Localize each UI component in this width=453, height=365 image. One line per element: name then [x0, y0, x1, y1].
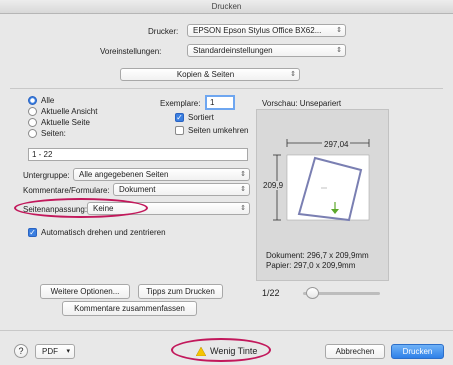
- printer-select[interactable]: EPSON Epson Stylus Office BX62... ⇕: [187, 24, 346, 37]
- reverse-label: Seiten umkehren: [188, 126, 249, 135]
- divider: [0, 330, 453, 331]
- more-options-button[interactable]: Weitere Optionen...: [40, 284, 130, 299]
- pages-range-input[interactable]: 1 - 22: [28, 148, 248, 161]
- section-value: Kopien & Seiten: [176, 70, 235, 79]
- printer-label: Drucker:: [148, 27, 179, 36]
- chevron-down-icon: ⇕: [240, 205, 246, 212]
- radio-current-view[interactable]: Aktuelle Ansicht: [28, 106, 97, 117]
- pages-radio-group: Alle Aktuelle Ansicht Aktuelle Seite Sei…: [28, 95, 97, 139]
- window-title: Drucken: [0, 0, 453, 14]
- radio-label: Aktuelle Ansicht: [41, 107, 98, 116]
- presets-select[interactable]: Standardeinstellungen ⇕: [187, 44, 346, 57]
- autorotate-checkbox-row[interactable]: ✓ Automatisch drehen und zentrieren: [28, 228, 166, 237]
- preview-doc-size: Dokument: 296,7 x 209,9mm: [266, 251, 369, 260]
- tips-button[interactable]: Tipps zum Drucken: [138, 284, 223, 299]
- cancel-button[interactable]: Abbrechen: [325, 344, 385, 359]
- radio-button[interactable]: [28, 129, 37, 138]
- preview-width-label: 297,04: [322, 140, 351, 149]
- radio-button[interactable]: [28, 96, 37, 105]
- section-select[interactable]: Kopien & Seiten ⇕: [120, 68, 300, 81]
- chevron-down-icon: ⇕: [240, 186, 246, 193]
- summarize-comments-button[interactable]: Kommentare zusammenfassen: [62, 301, 197, 316]
- presets-value: Standardeinstellungen: [193, 46, 273, 55]
- preview-title: Vorschau: Unsepariert: [262, 99, 342, 108]
- chevron-down-icon: ⇕: [336, 47, 342, 54]
- presets-label: Voreinstellungen:: [100, 47, 162, 56]
- chevron-down-icon: ⇕: [240, 171, 246, 178]
- autorotate-label: Automatisch drehen und zentrieren: [41, 228, 166, 237]
- subset-value: Alle angegebenen Seiten: [79, 170, 169, 179]
- subset-label: Untergruppe:: [23, 171, 70, 180]
- sorted-label: Sortiert: [188, 113, 214, 122]
- radio-button[interactable]: [28, 107, 37, 116]
- divider: [10, 88, 443, 89]
- subset-select[interactable]: Alle angegebenen Seiten ⇕: [73, 168, 250, 181]
- check-icon[interactable]: ✓: [175, 113, 184, 122]
- highlight-oval: [14, 198, 148, 218]
- radio-button[interactable]: [28, 118, 37, 127]
- chevron-down-icon: ⇕: [290, 71, 296, 78]
- chevron-down-icon: ⇕: [336, 27, 342, 34]
- radio-label: Alle: [41, 96, 55, 105]
- question-icon[interactable]: ?: [14, 344, 28, 358]
- reverse-checkbox-row[interactable]: Seiten umkehren: [175, 126, 248, 135]
- radio-label: Seiten:: [41, 129, 66, 138]
- radio-all[interactable]: Alle: [28, 95, 97, 106]
- chevron-down-icon: ▾: [66, 348, 70, 355]
- page-indicator: 1/22: [262, 288, 280, 298]
- copies-label: Exemplare:: [160, 99, 201, 108]
- print-button[interactable]: Drucken: [391, 344, 444, 359]
- preview-paper-size: Papier: 297,0 x 209,9mm: [266, 261, 356, 270]
- comments-label: Kommentare/Formulare:: [23, 186, 110, 195]
- check-icon[interactable]: ✓: [28, 228, 37, 237]
- sorted-checkbox-row[interactable]: ✓ Sortiert: [175, 113, 214, 122]
- preview-height-label: 209,9: [263, 181, 284, 190]
- pdf-label: PDF: [42, 347, 58, 356]
- copies-input[interactable]: 1: [205, 95, 235, 110]
- page-slider-thumb[interactable]: [306, 287, 319, 299]
- pdf-menu-button[interactable]: PDF ▾: [35, 344, 75, 359]
- printer-value: EPSON Epson Stylus Office BX62...: [193, 26, 322, 35]
- radio-label: Aktuelle Seite: [41, 118, 90, 127]
- comments-value: Dokument: [119, 185, 156, 194]
- radio-current-page[interactable]: Aktuelle Seite: [28, 117, 97, 128]
- radio-pages[interactable]: Seiten:: [28, 128, 97, 139]
- checkbox[interactable]: [175, 126, 184, 135]
- highlight-oval: [171, 338, 271, 362]
- comments-select[interactable]: Dokument ⇕: [113, 183, 250, 196]
